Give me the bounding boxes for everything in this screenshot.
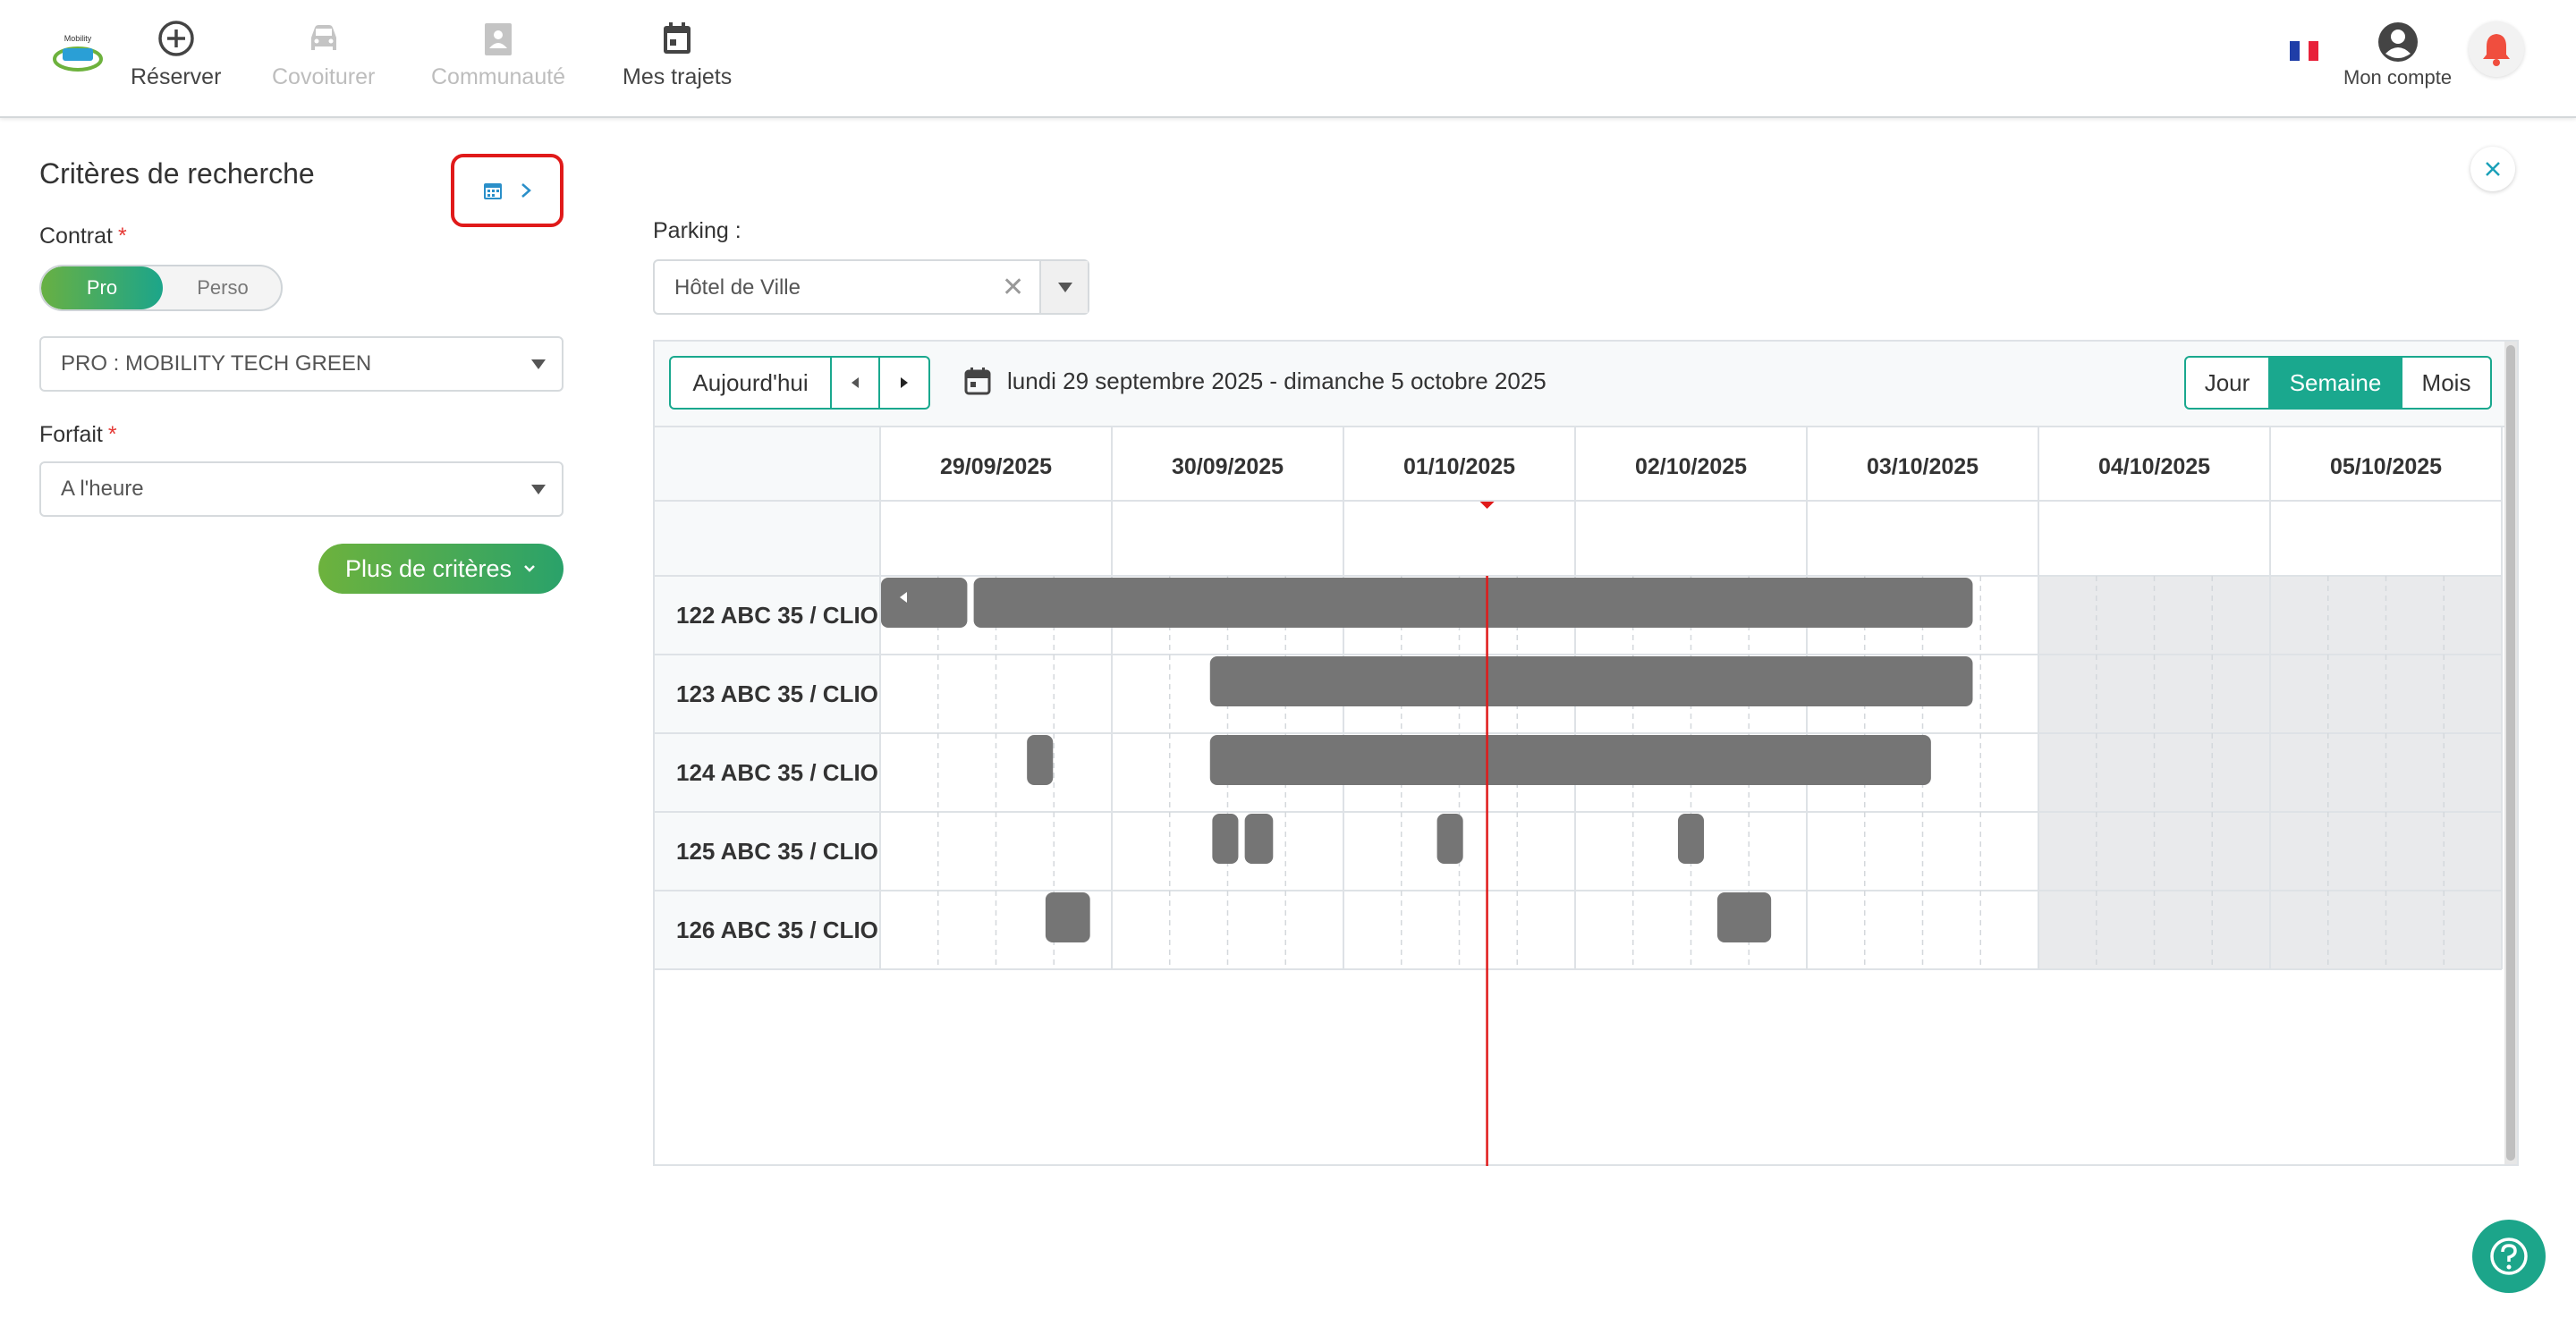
booking-bar — [1436, 814, 1463, 864]
contract-label: Contrat * — [39, 224, 127, 249]
date-range-text: lundi 29 septembre 2025 - dimanche 5 oct… — [1007, 367, 1546, 394]
day-header-3: 01/10/2025 — [1403, 454, 1515, 479]
scrollbar-thumb[interactable] — [2506, 345, 2515, 1161]
parking-select[interactable]: Hôtel de Ville ✕ — [653, 259, 1089, 315]
bell-icon — [2483, 34, 2510, 66]
help-button[interactable] — [2472, 1220, 2546, 1293]
app-logo[interactable]: Mobility — [52, 32, 104, 77]
language-flag[interactable] — [2290, 41, 2319, 61]
booking-calendar: Aujourd'hui lundi 29 septembre 2025 - di… — [653, 340, 2519, 1166]
nav-mes-trajets-label: Mes trajets — [623, 64, 733, 89]
calendar-icon — [964, 368, 991, 395]
nav-covoiturer[interactable]: Covoiturer — [272, 18, 375, 90]
view-day-button[interactable]: Jour — [2186, 358, 2270, 408]
parking-label: Parking : — [653, 218, 741, 243]
day-header-6: 04/10/2025 — [2098, 454, 2210, 479]
resource-label: 123 ABC 35 / CLIO — [676, 680, 878, 707]
more-criteria-label: Plus de critères — [344, 554, 513, 582]
nav-reserver-label: Réserver — [131, 64, 222, 89]
vertical-scrollbar[interactable] — [2504, 342, 2517, 1164]
calendar-toolbar: Aujourd'hui lundi 29 septembre 2025 - di… — [655, 342, 2517, 427]
company-select-value: PRO : MOBILITY TECH GREEN — [61, 351, 372, 376]
account-menu[interactable]: Mon compte — [2343, 20, 2452, 89]
contract-toggle[interactable]: Pro Perso — [39, 265, 283, 311]
booking-bar — [1209, 656, 1973, 706]
booking-bar — [1209, 735, 1931, 785]
company-select[interactable]: PRO : MOBILITY TECH GREEN — [39, 336, 564, 392]
close-button[interactable] — [2470, 147, 2515, 191]
now-indicator-marker — [1479, 502, 1495, 509]
resource-timeline-grid: 29/09/2025 30/09/2025 01/10/2025 02/10/2025… — [655, 427, 2503, 1166]
nav-covoiturer-label: Covoiturer — [272, 64, 376, 89]
chevron-right-icon — [521, 183, 531, 198]
next-week-button[interactable] — [880, 358, 928, 408]
day-header-2: 30/09/2025 — [1172, 454, 1284, 479]
resource-label: 124 ABC 35 / CLIO — [676, 759, 878, 786]
resource-label: 126 ABC 35 / CLIO — [676, 917, 878, 943]
day-header-7: 05/10/2025 — [2330, 454, 2442, 479]
nav-communaute[interactable]: Communauté — [431, 18, 565, 90]
calendar-view-toggle[interactable] — [451, 154, 564, 227]
community-icon — [485, 23, 513, 55]
plus-circle-icon — [157, 21, 194, 56]
view-week-button[interactable]: Semaine — [2270, 358, 2402, 408]
day-header-1: 29/09/2025 — [940, 454, 1052, 479]
booking-bar — [1244, 814, 1274, 864]
calendar-icon — [664, 22, 691, 54]
search-criteria-title: Critères de recherche — [39, 157, 315, 190]
booking-bar — [1212, 814, 1239, 864]
resource-label: 122 ABC 35 / CLIO — [676, 602, 878, 629]
top-navigation: Mobility Réserver Covoiturer Communauté — [0, 0, 2576, 118]
chevron-down-icon — [1058, 283, 1072, 292]
parking-select-value: Hôtel de Ville — [674, 275, 801, 300]
booking-bar — [881, 578, 968, 628]
nav-mes-trajets[interactable]: Mes trajets — [623, 18, 732, 90]
day-header-4: 02/10/2025 — [1635, 454, 1747, 479]
chevron-down-icon — [531, 485, 546, 494]
contract-option-pro[interactable]: Pro — [41, 266, 163, 309]
caret-right-icon — [901, 377, 908, 388]
view-month-button[interactable]: Mois — [2402, 358, 2490, 408]
booking-bar — [973, 578, 1973, 628]
package-label: Forfait * — [39, 422, 117, 447]
package-select-value: A l'heure — [61, 477, 144, 501]
booking-bar — [1677, 814, 1705, 864]
resource-label: 125 ABC 35 / CLIO — [676, 838, 878, 865]
view-switcher: Jour Semaine Mois — [2184, 356, 2492, 410]
booking-bar — [1027, 735, 1054, 785]
logo-text: Mobility — [64, 34, 92, 43]
nav-communaute-label: Communauté — [431, 64, 566, 89]
account-label: Mon compte — [2343, 66, 2453, 89]
nav-reserver[interactable]: Réserver — [131, 18, 221, 90]
booking-bar — [1045, 892, 1090, 942]
prev-week-button[interactable] — [832, 358, 880, 408]
user-circle-icon — [2377, 22, 2418, 62]
clear-icon[interactable]: ✕ — [1002, 272, 1024, 303]
date-range: lundi 29 septembre 2025 - dimanche 5 oct… — [964, 367, 1546, 395]
car-icon — [310, 25, 336, 50]
calendar-nav-group: Aujourd'hui — [669, 356, 930, 410]
booking-bar — [1716, 892, 1772, 942]
package-select[interactable]: A l'heure — [39, 461, 564, 517]
more-criteria-button[interactable]: Plus de critères — [318, 544, 564, 594]
caret-left-icon — [852, 377, 859, 388]
close-icon — [2486, 162, 2500, 176]
parking-dropdown-button[interactable] — [1039, 261, 1088, 313]
calendar-icon — [484, 183, 502, 199]
question-icon — [2490, 1238, 2528, 1275]
day-header-5: 03/10/2025 — [1867, 454, 1979, 479]
today-button[interactable]: Aujourd'hui — [671, 358, 832, 408]
chevron-down-icon — [524, 565, 535, 572]
notifications-button[interactable] — [2469, 21, 2524, 77]
chevron-down-icon — [531, 359, 546, 369]
contract-option-perso[interactable]: Perso — [163, 266, 281, 309]
